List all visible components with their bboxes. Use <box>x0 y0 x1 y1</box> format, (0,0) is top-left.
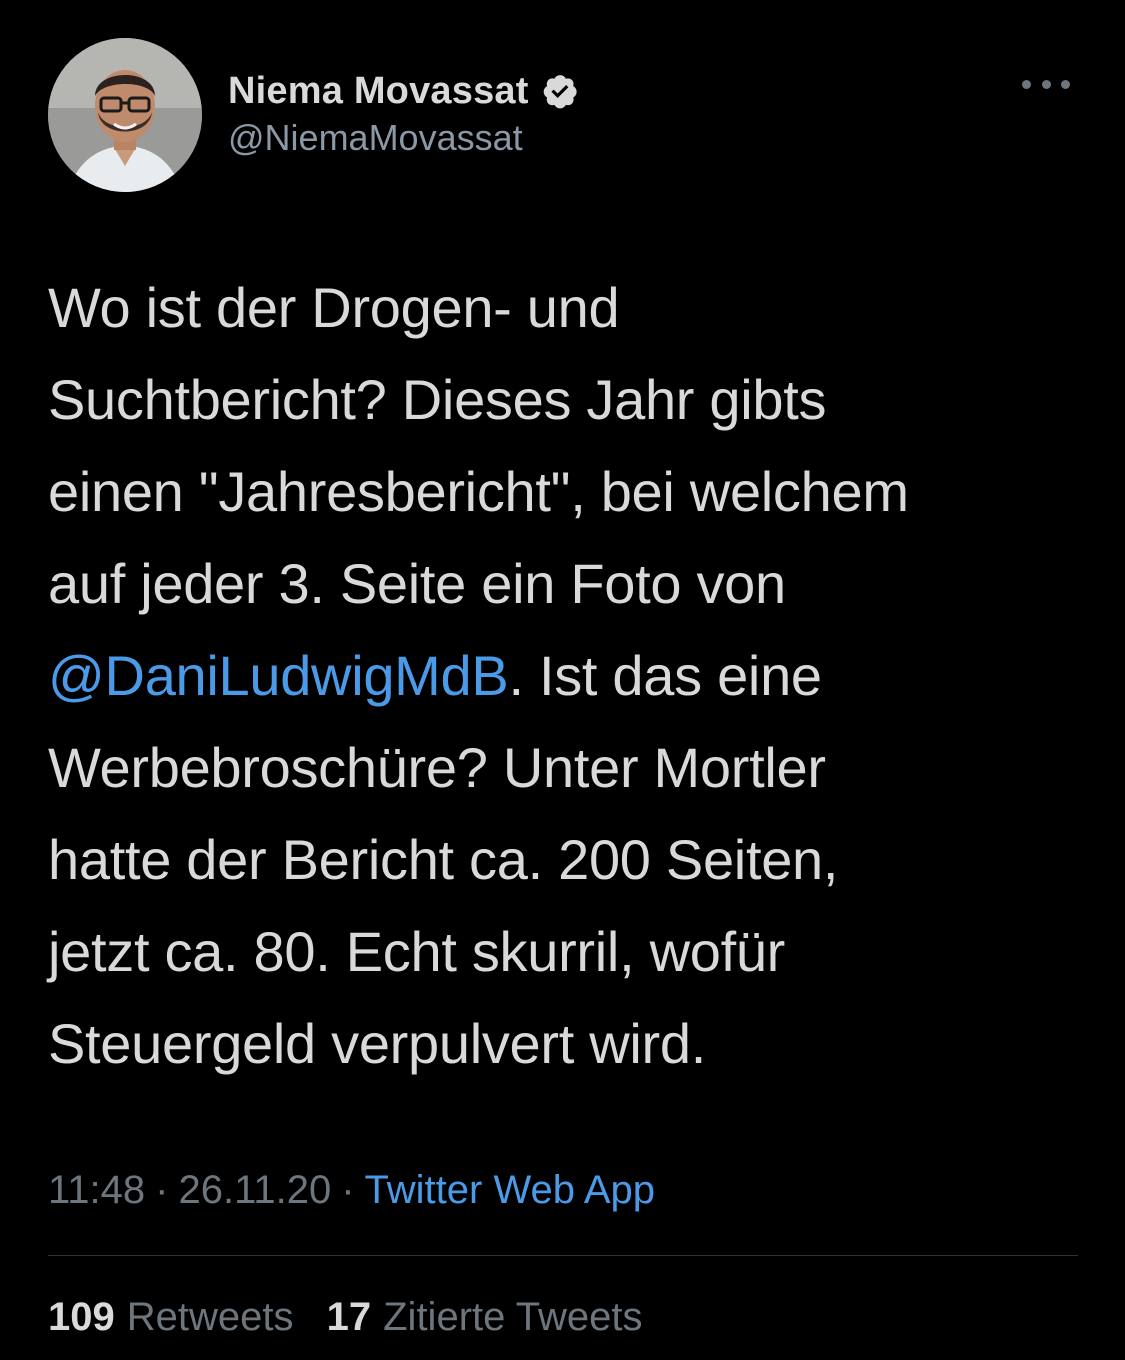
display-name[interactable]: Niema Movassat <box>228 70 529 113</box>
mention-link[interactable]: @DaniLudwigMdB <box>48 644 509 707</box>
tweet-text-line: einen "Jahresbericht", bei welchem <box>48 446 1078 538</box>
tweet-header: Niema Movassat @NiemaMovassat <box>48 38 1078 198</box>
divider <box>48 1255 1078 1256</box>
tweet-text-segment: auf jeder 3. Seite ein Foto von <box>48 552 786 615</box>
tweet-text-segment: Werbebroschüre? Unter Mortler <box>48 736 826 799</box>
verified-badge-icon <box>543 75 577 109</box>
retweets-stat[interactable]: 109 Retweets <box>48 1295 294 1339</box>
avatar[interactable] <box>48 38 202 192</box>
tweet-text-segment: . Ist das eine <box>508 644 822 707</box>
quote-tweets-count: 17 <box>326 1295 372 1339</box>
retweets-label: Retweets <box>126 1295 294 1339</box>
meta-separator: · <box>155 1168 169 1212</box>
more-options-button[interactable] <box>1022 72 1070 96</box>
quote-tweets-label: Zitierte Tweets <box>383 1295 643 1339</box>
tweet-text: Wo ist der Drogen- und Suchtbericht? Dies… <box>48 262 1078 1090</box>
tweet-text-segment: Suchtbericht? Dieses Jahr gibts <box>48 368 827 431</box>
tweet-text-line: auf jeder 3. Seite ein Foto von <box>48 538 1078 630</box>
tweet-time[interactable]: 11:48 <box>48 1168 145 1212</box>
profile-photo-icon <box>48 38 202 192</box>
quote-tweets-stat[interactable]: 17 Zitierte Tweets <box>327 1295 643 1339</box>
tweet-text-segment: einen "Jahresbericht", bei welchem <box>48 460 909 523</box>
meta-separator: · <box>341 1168 355 1212</box>
more-horizontal-icon-dot <box>1022 79 1031 89</box>
tweet-text-line: hatte der Bericht ca. 200 Seiten, <box>48 814 1078 906</box>
tweet-text-line: Steuergeld verpulvert wird. <box>48 998 1078 1090</box>
more-horizontal-icon-dot <box>1041 79 1051 89</box>
tweet-source-link[interactable]: Twitter Web App <box>365 1168 656 1212</box>
tweet-text-line: @DaniLudwigMdB. Ist das eine <box>48 630 1078 722</box>
tweet-text-segment: hatte der Bericht ca. 200 Seiten, <box>48 828 839 891</box>
tweet-date[interactable]: 26.11.20 <box>178 1168 331 1212</box>
tweet-meta: 11:48 · 26.11.20 · Twitter Web App <box>48 1168 655 1213</box>
tweet-text-segment: Wo ist der Drogen- und <box>48 276 620 339</box>
name-row: Niema Movassat <box>228 68 579 114</box>
tweet-text-line: Suchtbericht? Dieses Jahr gibts <box>48 354 1078 446</box>
handle[interactable]: @NiemaMovassat <box>228 120 523 156</box>
retweets-count: 109 <box>48 1295 115 1339</box>
tweet-text-line: Wo ist der Drogen- und <box>48 262 1078 354</box>
tweet-detail: Niema Movassat @NiemaMovassat Wo ist der… <box>0 0 1125 1360</box>
more-horizontal-icon-dot <box>1061 79 1070 89</box>
tweet-text-line: jetzt ca. 80. Echt skurril, wofür <box>48 906 1078 998</box>
tweet-text-segment: Steuergeld verpulvert wird. <box>48 1012 706 1075</box>
tweet-text-line: Werbebroschüre? Unter Mortler <box>48 722 1078 814</box>
tweet-stats: 109 Retweets 17 Zitierte Tweets <box>48 1295 664 1340</box>
tweet-text-segment: jetzt ca. 80. Echt skurril, wofür <box>48 920 786 983</box>
